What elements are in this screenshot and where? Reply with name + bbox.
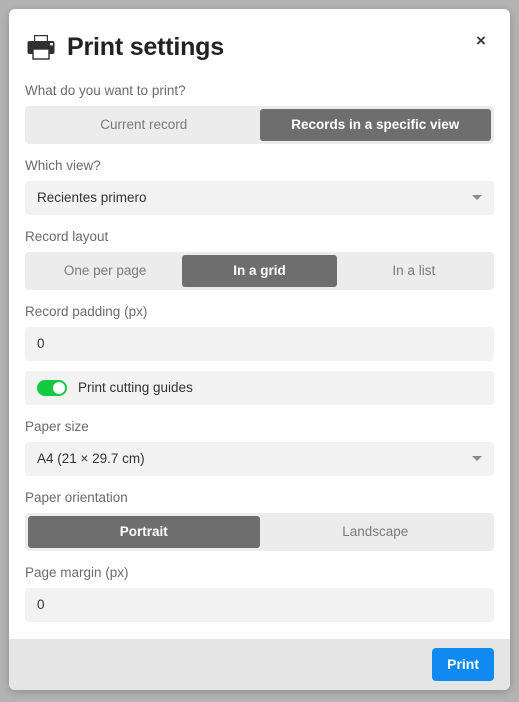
close-icon[interactable]: × (470, 30, 492, 52)
segment-in-a-list[interactable]: In a list (337, 255, 491, 287)
paper-orientation-segmented-control: Portrait Landscape (25, 513, 494, 551)
field-page-margin: Page margin (px) 0 (25, 565, 494, 622)
dialog-body: Print settings × What do you want to pri… (9, 9, 510, 639)
page-margin-input[interactable]: 0 (25, 587, 494, 622)
segment-landscape[interactable]: Landscape (260, 516, 492, 548)
field-which-view: Which view? Recientes primero (25, 158, 494, 215)
paper-size-label: Paper size (25, 418, 89, 434)
paper-orientation-label: Paper orientation (25, 489, 128, 505)
paper-size-select[interactable]: A4 (21 × 29.7 cm) (25, 441, 494, 476)
field-what-to-print: What do you want to print? Current recor… (25, 83, 494, 144)
segment-one-per-page[interactable]: One per page (28, 255, 182, 287)
printer-icon (27, 35, 55, 60)
page-margin-label: Page margin (px) (25, 564, 129, 580)
segment-current-record[interactable]: Current record (28, 109, 260, 141)
segment-in-a-grid[interactable]: In a grid (182, 255, 337, 287)
record-padding-input[interactable]: 0 (25, 326, 494, 361)
toggle-knob (53, 381, 65, 394)
dialog-footer: Print (9, 639, 510, 690)
page-title: Print settings (67, 32, 224, 61)
field-record-layout: Record layout One per page In a grid In … (25, 229, 494, 290)
field-paper-size: Paper size A4 (21 × 29.7 cm) (25, 419, 494, 476)
record-layout-segmented-control: One per page In a grid In a list (25, 252, 494, 290)
print-cutting-guides-toggle[interactable] (37, 379, 67, 396)
print-settings-dialog: Print settings × What do you want to pri… (9, 9, 510, 690)
record-padding-label: Record padding (px) (25, 303, 148, 319)
paper-size-value: A4 (21 × 29.7 cm) (37, 451, 145, 467)
which-view-select[interactable]: Recientes primero (25, 180, 494, 215)
which-view-value: Recientes primero (37, 190, 147, 206)
chevron-down-icon (472, 195, 482, 201)
record-layout-label: Record layout (25, 228, 109, 244)
what-to-print-segmented-control: Current record Records in a specific vie… (25, 106, 494, 144)
which-view-label: Which view? (25, 157, 101, 173)
print-cutting-guides-label: Print cutting guides (78, 380, 193, 396)
dialog-header: Print settings × (25, 25, 494, 69)
segment-records-in-a-specific-view[interactable]: Records in a specific view (259, 109, 491, 141)
print-cutting-guides-row[interactable]: Print cutting guides (25, 370, 494, 405)
field-paper-orientation: Paper orientation Portrait Landscape (25, 490, 494, 551)
field-record-padding: Record padding (px) 0 Print cutting guid… (25, 304, 494, 405)
chevron-down-icon (472, 456, 482, 462)
print-button[interactable]: Print (432, 648, 494, 681)
what-to-print-label: What do you want to print? (25, 83, 186, 98)
segment-portrait[interactable]: Portrait (28, 516, 260, 548)
